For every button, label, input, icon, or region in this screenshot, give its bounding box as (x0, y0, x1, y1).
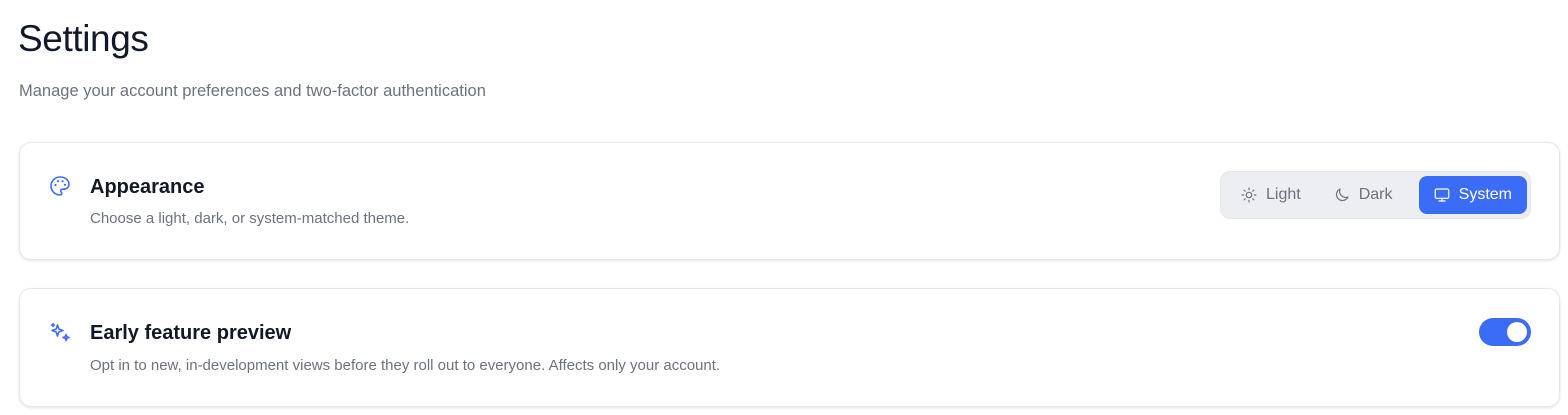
monitor-icon (1433, 186, 1451, 204)
theme-option-light[interactable]: Light (1224, 176, 1315, 214)
theme-option-dark[interactable]: Dark (1315, 176, 1408, 214)
sun-icon (1240, 186, 1258, 204)
theme-option-dark-label: Dark (1358, 186, 1393, 203)
sparkles-icon (48, 321, 72, 345)
theme-option-system[interactable]: System (1418, 176, 1527, 214)
early-preview-toggle[interactable] (1479, 318, 1531, 346)
theme-option-system-label: System (1458, 186, 1512, 203)
appearance-description: Choose a light, dark, or system-matched … (90, 210, 410, 227)
early-preview-title: Early feature preview (90, 322, 292, 344)
moon-icon (1333, 186, 1351, 204)
theme-switcher: Light Dark System (1220, 171, 1531, 219)
appearance-card: Appearance Choose a light, dark, or syst… (19, 142, 1560, 260)
palette-icon (48, 174, 72, 198)
page-title: Settings (18, 18, 149, 59)
toggle-knob (1507, 322, 1527, 342)
early-preview-description: Opt in to new, in-development views befo… (90, 357, 721, 374)
appearance-title: Appearance (90, 176, 205, 198)
early-preview-card: Early feature preview Opt in to new, in-… (19, 288, 1560, 407)
settings-page: Settings Manage your account preferences… (0, 0, 1568, 415)
page-subtitle: Manage your account preferences and two-… (19, 82, 486, 100)
theme-option-light-label: Light (1266, 186, 1301, 203)
